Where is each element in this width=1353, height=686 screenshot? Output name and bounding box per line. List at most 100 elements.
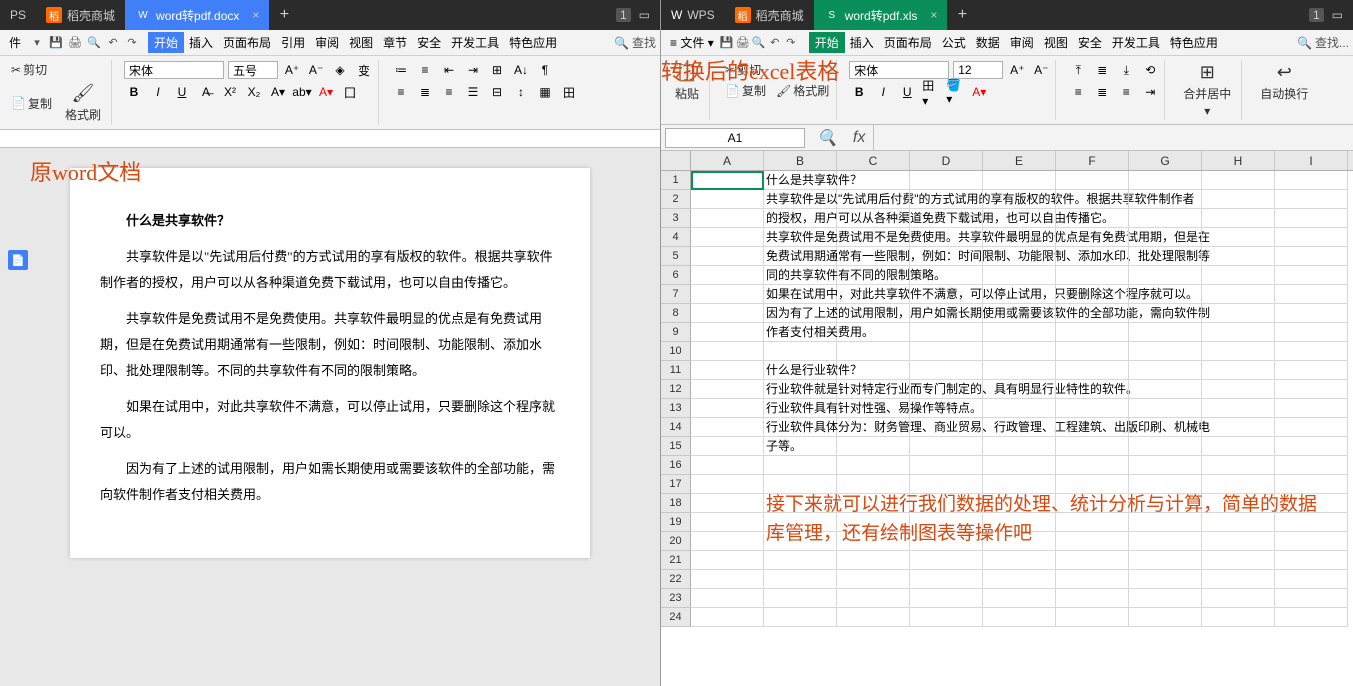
cell[interactable] (1056, 551, 1129, 570)
cell[interactable] (983, 456, 1056, 475)
cell[interactable] (691, 266, 764, 285)
ruler[interactable] (0, 130, 660, 148)
cell[interactable] (1275, 266, 1348, 285)
redo-icon[interactable]: ↷ (783, 35, 799, 51)
cell[interactable] (837, 608, 910, 627)
cell[interactable]: 因为有了上述的试用限制，用户如需长期使用或需要该软件的全部功能，需向软件制 (764, 304, 837, 323)
formula-input[interactable] (873, 125, 1353, 150)
cell[interactable] (1129, 266, 1202, 285)
cell[interactable] (837, 304, 910, 323)
row-header[interactable]: 18 (661, 494, 691, 513)
cell[interactable] (1275, 570, 1348, 589)
window-min-icon[interactable]: ▭ (639, 8, 650, 22)
orient-button[interactable]: ⟲ (1140, 60, 1160, 80)
cell[interactable] (1056, 418, 1129, 437)
indent-button[interactable]: ⇥ (1140, 82, 1160, 102)
add-tab-button[interactable]: + (269, 6, 299, 24)
borders-button[interactable]: 田▾ (921, 82, 941, 102)
cell[interactable] (1129, 285, 1202, 304)
cell[interactable] (1202, 323, 1275, 342)
cell[interactable] (910, 437, 983, 456)
row-header[interactable]: 3 (661, 209, 691, 228)
grow-font-button[interactable]: A⁺ (1007, 60, 1027, 80)
cell[interactable] (910, 589, 983, 608)
cell[interactable] (1275, 589, 1348, 608)
distribute-button[interactable]: ⊟ (487, 82, 507, 102)
cell[interactable] (1129, 608, 1202, 627)
cell[interactable] (1056, 608, 1129, 627)
cell[interactable] (691, 608, 764, 627)
cell[interactable] (910, 361, 983, 380)
cell[interactable] (910, 551, 983, 570)
cell[interactable]: 共享软件是免费试用不是免费使用。共享软件最明显的优点是有免费试用期，但是在 (764, 228, 837, 247)
align-right-button[interactable]: ≡ (439, 82, 459, 102)
menu-special[interactable]: 特色应用 (1165, 34, 1223, 51)
cell[interactable] (1056, 304, 1129, 323)
cell[interactable] (983, 209, 1056, 228)
size-select[interactable] (228, 61, 278, 79)
cell[interactable] (691, 437, 764, 456)
row-header[interactable]: 10 (661, 342, 691, 361)
cell[interactable] (1129, 342, 1202, 361)
copy-button[interactable]: 📄复制 (8, 94, 55, 113)
cell[interactable] (691, 589, 764, 608)
cell[interactable]: 什么是行业软件？ (764, 361, 837, 380)
row-header[interactable]: 22 (661, 570, 691, 589)
cell[interactable] (837, 190, 910, 209)
row-header[interactable]: 5 (661, 247, 691, 266)
cell[interactable] (1056, 285, 1129, 304)
phonetic-button[interactable]: 变 (354, 60, 374, 80)
row-header[interactable]: 13 (661, 399, 691, 418)
cell[interactable] (1056, 437, 1129, 456)
menu-special[interactable]: 特色应用 (504, 34, 562, 51)
col-header[interactable]: G (1129, 151, 1202, 170)
menu-ref[interactable]: 引用 (276, 34, 310, 51)
cell[interactable] (1129, 551, 1202, 570)
cell[interactable] (691, 570, 764, 589)
cell[interactable]: 行业软件具有针对性强、易操作等特点。 (764, 399, 837, 418)
nav-pane-icon[interactable]: 📄 (8, 250, 28, 270)
align-left-button[interactable]: ≡ (391, 82, 411, 102)
cell[interactable] (983, 342, 1056, 361)
cell[interactable] (1275, 190, 1348, 209)
print-icon[interactable]: 🖨 (67, 34, 83, 50)
cell[interactable] (1129, 380, 1202, 399)
cell[interactable] (764, 570, 837, 589)
cell[interactable] (1275, 551, 1348, 570)
align-center-button[interactable]: ≣ (1092, 82, 1112, 102)
col-header[interactable]: A (691, 151, 764, 170)
cell[interactable] (1129, 437, 1202, 456)
cell[interactable] (837, 228, 910, 247)
cell[interactable] (691, 247, 764, 266)
cell[interactable] (983, 247, 1056, 266)
cell[interactable] (764, 589, 837, 608)
cell[interactable] (691, 380, 764, 399)
save-icon[interactable]: ▾ (29, 34, 45, 50)
tab-spreadsheet[interactable]: Sword转pdf.xls× (814, 0, 948, 30)
shrink-font-button[interactable]: A⁻ (306, 60, 326, 80)
fx-label[interactable]: fx (845, 129, 873, 147)
align-justify-button[interactable]: ☰ (463, 82, 483, 102)
row-header[interactable]: 2 (661, 190, 691, 209)
cell[interactable] (1129, 247, 1202, 266)
tab-document[interactable]: Wword转pdf.docx× (125, 0, 269, 30)
cell[interactable] (983, 190, 1056, 209)
line-spacing-button[interactable]: ↕ (511, 82, 531, 102)
col-header[interactable]: F (1056, 151, 1129, 170)
cell[interactable] (691, 551, 764, 570)
menu-data[interactable]: 数据 (971, 34, 1005, 51)
row-header[interactable]: 17 (661, 475, 691, 494)
cell[interactable] (691, 418, 764, 437)
cell[interactable] (1275, 456, 1348, 475)
cell[interactable] (910, 570, 983, 589)
indent-inc-button[interactable]: ⇥ (463, 60, 483, 80)
cut-button[interactable]: ✂剪切 (8, 60, 50, 79)
cell[interactable] (1202, 380, 1275, 399)
cell[interactable] (1129, 190, 1202, 209)
underline-button[interactable]: U (172, 82, 192, 102)
redo-icon[interactable]: ↷ (124, 34, 140, 50)
col-header[interactable]: B (764, 151, 837, 170)
cell[interactable] (1275, 228, 1348, 247)
shading-button[interactable]: ▦ (535, 82, 555, 102)
cell[interactable] (691, 494, 764, 513)
